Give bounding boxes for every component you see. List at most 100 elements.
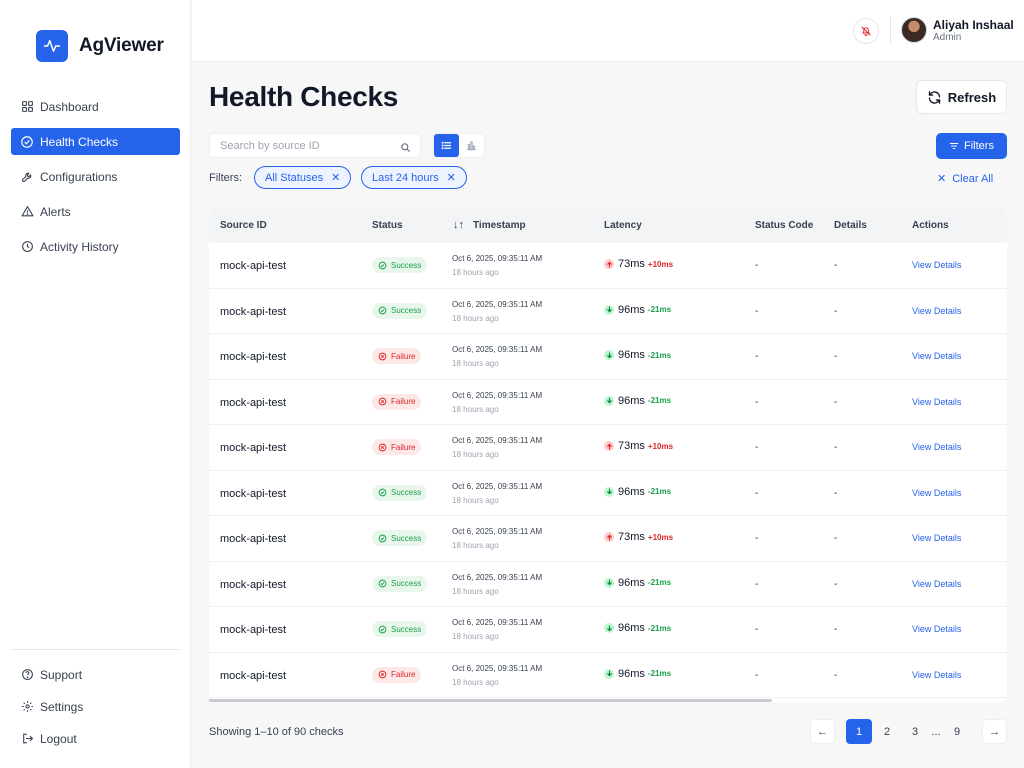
brand[interactable]: AgViewer	[36, 30, 164, 62]
avatar[interactable]	[901, 17, 927, 43]
sidebar-item-activity-history[interactable]: Activity History	[11, 233, 180, 260]
table-row[interactable]: mock-api-test Failure Oct 6, 2025, 09:35:1…	[209, 380, 1007, 425]
arrow-down-icon	[604, 304, 614, 315]
table-row[interactable]: mock-api-test Success Oct 6, 2025, 09:35:1…	[209, 289, 1007, 334]
table-row[interactable]: mock-api-test Success Oct 6, 2025, 09:35:1…	[209, 471, 1007, 516]
view-details-link[interactable]: View Details	[912, 488, 961, 498]
status-badge: Failure	[372, 393, 422, 410]
table-row[interactable]: mock-api-test Success Oct 6, 2025, 09:35:1…	[209, 562, 1007, 607]
timestamp-absolute: Oct 6, 2025, 09:35:11 AM	[452, 618, 543, 627]
filter-chip-time-range[interactable]: Last 24 hours ✕	[361, 166, 467, 189]
sort-icon[interactable]: ↓↑	[453, 219, 464, 231]
timestamp-relative: 18 hours ago	[452, 632, 499, 641]
view-details-link[interactable]: View Details	[912, 442, 961, 452]
next-page-button[interactable]: →	[982, 719, 1007, 744]
user-name[interactable]: Aliyah Inshaal	[933, 18, 1014, 32]
view-details-link[interactable]: View Details	[912, 579, 961, 589]
arrow-down-icon	[604, 577, 614, 588]
timestamp-absolute: Oct 6, 2025, 09:35:11 AM	[452, 527, 543, 536]
status-label: Success	[391, 306, 422, 315]
list-view-button[interactable]	[434, 134, 459, 157]
status-label: Failure	[391, 351, 416, 361]
status-code-cell: -	[755, 442, 759, 453]
view-details-link[interactable]: View Details	[912, 397, 961, 407]
check-circle-icon	[378, 306, 387, 315]
chart-view-button[interactable]	[459, 134, 484, 157]
filters-button[interactable]: Filters	[936, 133, 1007, 159]
table-row[interactable]: mock-api-test Success Oct 6, 2025, 09:35:1…	[209, 607, 1007, 653]
timestamp-relative: 18 hours ago	[452, 541, 499, 550]
column-header-timestamp[interactable]: Timestamp	[473, 220, 526, 231]
sidebar-item-logout[interactable]: Logout	[11, 725, 180, 752]
view-details-link[interactable]: View Details	[912, 670, 961, 680]
timestamp-absolute: Oct 6, 2025, 09:35:11 AM	[452, 663, 543, 673]
horizontal-scrollbar[interactable]	[209, 699, 772, 702]
sidebar-item-configurations[interactable]: Configurations	[11, 163, 180, 190]
table-row[interactable]: mock-api-test Failure Oct 6, 2025, 09:35:1…	[209, 425, 1007, 471]
search-input[interactable]	[210, 134, 385, 157]
status-label: Success	[391, 579, 422, 588]
latency-cell: 96ms -21ms	[604, 349, 671, 361]
status-cell: Success	[372, 302, 428, 319]
sidebar-item-alerts[interactable]: Alerts	[11, 198, 180, 225]
sidebar-divider	[11, 649, 180, 650]
source-id-cell: mock-api-test	[220, 260, 287, 272]
status-code-cell: -	[755, 533, 759, 544]
latency-delta: +10ms	[647, 441, 674, 451]
sidebar-bottom-nav: Support Settings Logout	[11, 661, 180, 757]
page-button-last[interactable]: 9	[945, 719, 969, 744]
search-icon[interactable]	[400, 140, 411, 158]
search-box	[209, 133, 421, 158]
sidebar-item-dashboard[interactable]: Dashboard	[11, 93, 180, 120]
sidebar-item-label: Activity History	[40, 239, 119, 254]
view-details-link[interactable]: View Details	[912, 624, 961, 634]
prev-page-button[interactable]: ←	[810, 719, 835, 744]
view-details-link[interactable]: View Details	[912, 260, 961, 270]
view-details-link[interactable]: View Details	[912, 533, 961, 543]
timestamp-cell: Oct 6, 2025, 09:35:11 AM 18 hours ago	[452, 573, 542, 596]
timestamp-relative: 18 hours ago	[452, 268, 499, 277]
page-button-2[interactable]: 2	[875, 719, 899, 744]
sidebar-item-health-checks[interactable]: Health Checks	[11, 128, 180, 155]
column-header-details[interactable]: Details	[834, 220, 867, 231]
sidebar: AgViewer Dashboard Health Checks Configu…	[0, 0, 191, 768]
status-label: Success	[391, 533, 422, 543]
status-code-cell: -	[755, 669, 759, 681]
source-id-cell: mock-api-test	[220, 578, 287, 591]
status-code-cell: -	[755, 305, 759, 317]
arrow-down-icon	[604, 623, 614, 633]
table-row[interactable]: mock-api-test Failure Oct 6, 2025, 09:35:1…	[209, 334, 1007, 380]
latency-value: 96ms	[618, 349, 645, 361]
status-code-cell: -	[755, 351, 759, 362]
check-circle-icon	[378, 625, 387, 634]
column-header-latency[interactable]: Latency	[604, 220, 642, 231]
close-icon[interactable]: ✕	[447, 171, 456, 184]
timestamp-absolute: Oct 6, 2025, 09:35:11 AM	[452, 572, 543, 582]
table-row[interactable]: mock-api-test Success Oct 6, 2025, 09:35:1…	[209, 516, 1007, 562]
sidebar-item-support[interactable]: Support	[11, 661, 180, 688]
user-role: Admin	[933, 32, 962, 43]
details-cell: -	[834, 578, 838, 590]
status-badge: Success	[372, 484, 428, 501]
view-details-link[interactable]: View Details	[912, 351, 961, 361]
column-header-source-id[interactable]: Source ID	[220, 220, 267, 231]
filters-button-label: Filters	[964, 140, 994, 152]
sidebar-item-settings[interactable]: Settings	[11, 693, 180, 720]
topbar: Aliyah Inshaal Admin	[192, 0, 1024, 62]
status-cell: Failure	[372, 393, 422, 410]
details-cell: -	[834, 533, 838, 544]
view-details-link[interactable]: View Details	[912, 306, 961, 316]
chip-label: Last 24 hours	[372, 171, 439, 184]
clear-all-button[interactable]: ✕ Clear All	[937, 172, 993, 186]
page-button-3[interactable]: 3	[903, 719, 927, 744]
refresh-button[interactable]: Refresh	[916, 80, 1007, 114]
page-button-1[interactable]: 1	[846, 719, 872, 744]
column-header-status[interactable]: Status	[372, 220, 403, 231]
clock-icon	[20, 240, 34, 254]
filter-chip-status[interactable]: All Statuses ✕	[254, 166, 352, 189]
close-icon[interactable]: ✕	[331, 171, 340, 184]
column-header-status-code[interactable]: Status Code	[755, 220, 813, 231]
notification-button[interactable]	[853, 18, 879, 44]
table-row[interactable]: mock-api-test Failure Oct 6, 2025, 09:35:1…	[209, 653, 1007, 698]
table-row[interactable]: mock-api-test Success Oct 6, 2025, 09:35:1…	[209, 243, 1007, 289]
